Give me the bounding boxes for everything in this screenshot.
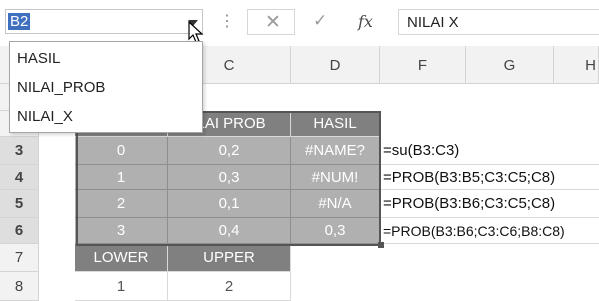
dropdown-item-nilai-x[interactable]: NILAI_X (10, 104, 202, 130)
formula-note[interactable]: =su(B3:C3) (381, 137, 599, 165)
row-header-4[interactable]: 4 (0, 165, 39, 190)
fill-handle[interactable] (378, 242, 384, 248)
formula-bar-grip-icon: ⋮ (219, 13, 235, 30)
dropdown-item-hasil[interactable]: HASIL (10, 46, 202, 72)
name-box-dropdown: HASIL NILAI_PROB NILAI_X (9, 41, 203, 133)
column-header-f[interactable]: F (380, 46, 466, 84)
row-header-3[interactable]: 3 (0, 137, 39, 165)
formula-input[interactable]: NILAI X (398, 9, 599, 35)
column-header-d[interactable]: D (291, 46, 380, 84)
dropdown-item-nilai-prob[interactable]: NILAI_PROB (10, 75, 202, 101)
name-box[interactable]: B2 (5, 9, 203, 34)
cancel-button[interactable]: ✕ (247, 9, 295, 35)
lower-value-cell[interactable]: 1 (75, 272, 168, 301)
insert-function-button[interactable]: fx (345, 9, 389, 35)
formula-note[interactable]: =PROB(B3:B6;C3:C6;B8:C8) (381, 218, 599, 244)
name-box-value[interactable]: B2 (8, 13, 31, 30)
check-icon: ✓ (313, 11, 328, 30)
fx-icon: fx (358, 12, 373, 31)
formula-note[interactable]: =PROB(B3:B5;C3:C5;C8) (381, 165, 599, 190)
upper-label-cell[interactable]: UPPER (168, 244, 291, 272)
formula-bar: B2 ⋮ ✕ ✓ fx NILAI X (0, 0, 599, 46)
row-header-7[interactable]: 7 (0, 244, 39, 272)
formula-text: NILAI X (407, 14, 459, 31)
column-header-h[interactable]: H (554, 46, 599, 84)
column-header-g[interactable]: G (466, 46, 554, 84)
row-header-5[interactable]: 5 (0, 190, 39, 218)
lower-label-cell[interactable]: LOWER (75, 244, 168, 272)
close-icon: ✕ (265, 12, 281, 33)
formula-note[interactable]: =PROB(B3:B6;C3:C5;C8) (381, 190, 599, 218)
upper-value-cell[interactable]: 2 (168, 272, 291, 301)
row-header-6[interactable]: 6 (0, 218, 39, 244)
row-header-8[interactable]: 8 (0, 272, 39, 301)
enter-button[interactable]: ✓ (301, 9, 341, 35)
